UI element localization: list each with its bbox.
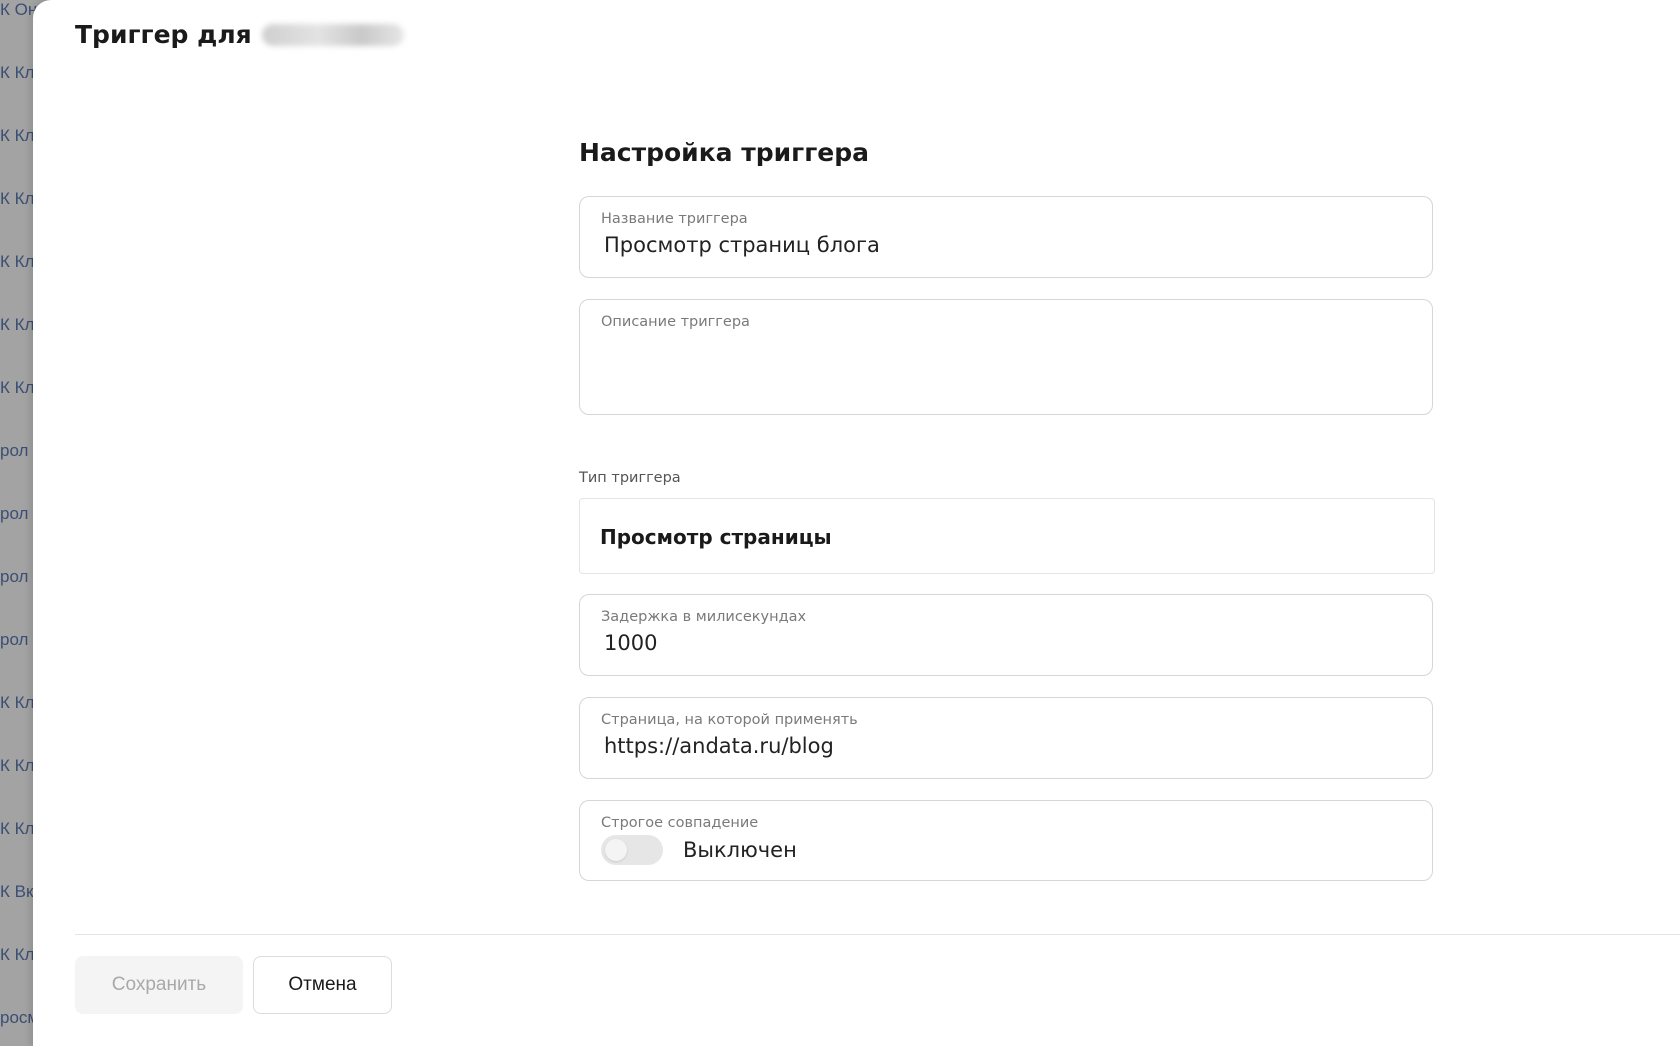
drawer-title: Триггер для — [75, 20, 404, 49]
strict-match-state: Выключен — [683, 838, 797, 862]
delay-field[interactable]: Задержка в милисекундах 1000 — [579, 594, 1433, 676]
toggle-knob — [605, 839, 627, 861]
strict-match-label: Строгое совпадение — [601, 815, 759, 831]
cancel-button[interactable]: Отмена — [253, 956, 392, 1014]
trigger-drawer: Триггер для Настройка триггера Название … — [33, 0, 1680, 1046]
page-url-field[interactable]: Страница, на которой применять https://a… — [579, 697, 1433, 779]
delay-label: Задержка в милисекундах — [601, 609, 807, 625]
drawer-title-text: Триггер для — [75, 20, 252, 49]
trigger-description-field[interactable]: Описание триггера — [579, 299, 1433, 415]
trigger-name-label: Название триггера — [601, 211, 748, 227]
delay-input[interactable]: 1000 — [604, 631, 657, 655]
footer-divider — [75, 934, 1680, 935]
trigger-type-select[interactable]: Просмотр страницы — [579, 498, 1435, 574]
strict-match-field: Строгое совпадение Выключен — [579, 800, 1433, 881]
trigger-type-value: Просмотр страницы — [600, 525, 832, 549]
trigger-name-field[interactable]: Название триггера Просмотр страниц блога — [579, 196, 1433, 278]
save-button[interactable]: Сохранить — [75, 956, 243, 1014]
section-title: Настройка триггера — [579, 138, 869, 167]
trigger-description-label: Описание триггера — [601, 314, 750, 330]
trigger-type-label: Тип триггера — [579, 470, 681, 486]
trigger-name-input[interactable]: Просмотр страниц блога — [604, 233, 880, 257]
strict-match-toggle[interactable] — [601, 835, 663, 865]
redacted-name — [261, 24, 404, 46]
page-url-input[interactable]: https://andata.ru/blog — [604, 734, 834, 758]
page-url-label: Страница, на которой применять — [601, 712, 858, 728]
